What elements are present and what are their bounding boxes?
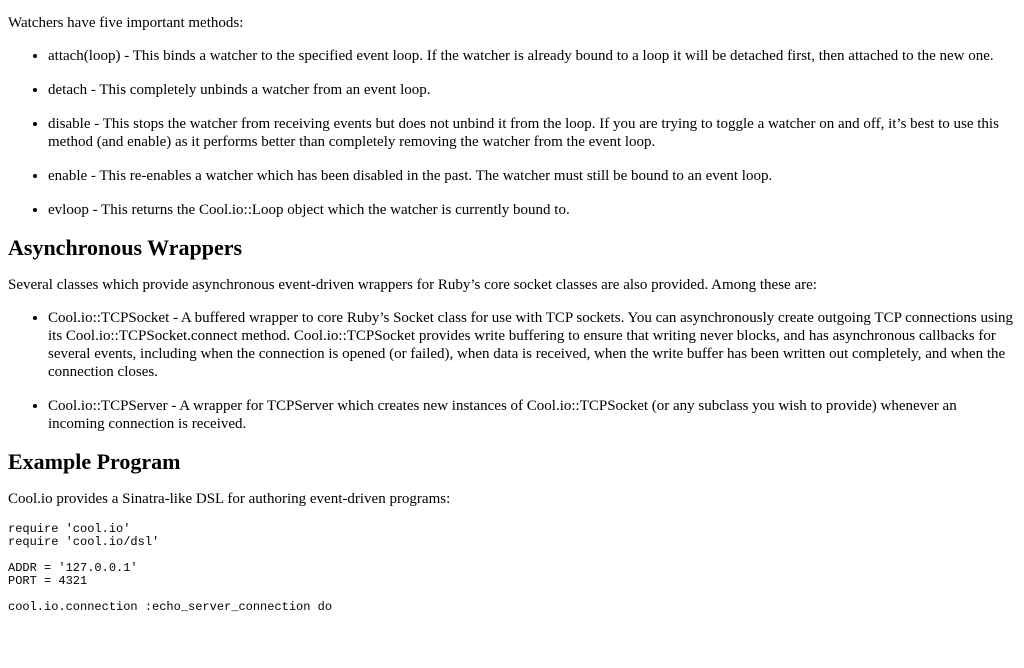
list-item-evloop: evloop - This returns the Cool.io::Loop … <box>48 201 1016 219</box>
list-item-detach: detach - This completely unbinds a watch… <box>48 81 1016 99</box>
example-program-intro: Cool.io provides a Sinatra-like DSL for … <box>8 491 451 507</box>
async-wrappers-list: Cool.io::TCPSocket - A buffered wrapper … <box>8 309 1016 433</box>
code-block-connection: cool.io.connection :echo_server_connecti… <box>8 600 333 614</box>
async-wrappers-intro: Several classes which provide asynchrono… <box>8 277 817 293</box>
watchers-intro: Watchers have five important methods: <box>8 15 244 31</box>
list-item-enable: enable - This re-enables a watcher which… <box>48 167 1016 185</box>
code-block-constants: ADDR = '127.0.0.1' PORT = 4321 <box>8 561 138 588</box>
list-item-attach: attach(loop) - This binds a watcher to t… <box>48 47 1016 65</box>
list-item-disable: disable - This stops the watcher from re… <box>48 115 1016 151</box>
example-program-heading: Example Program <box>8 449 181 474</box>
code-block-requires: require 'cool.io' require 'cool.io/dsl' <box>8 522 160 549</box>
list-item-tcpsocket: Cool.io::TCPSocket - A buffered wrapper … <box>48 309 1016 381</box>
watcher-methods-list: attach(loop) - This binds a watcher to t… <box>8 47 1016 219</box>
list-item-tcpserver: Cool.io::TCPServer - A wrapper for TCPSe… <box>48 397 1016 433</box>
async-wrappers-heading: Asynchronous Wrappers <box>8 235 243 260</box>
